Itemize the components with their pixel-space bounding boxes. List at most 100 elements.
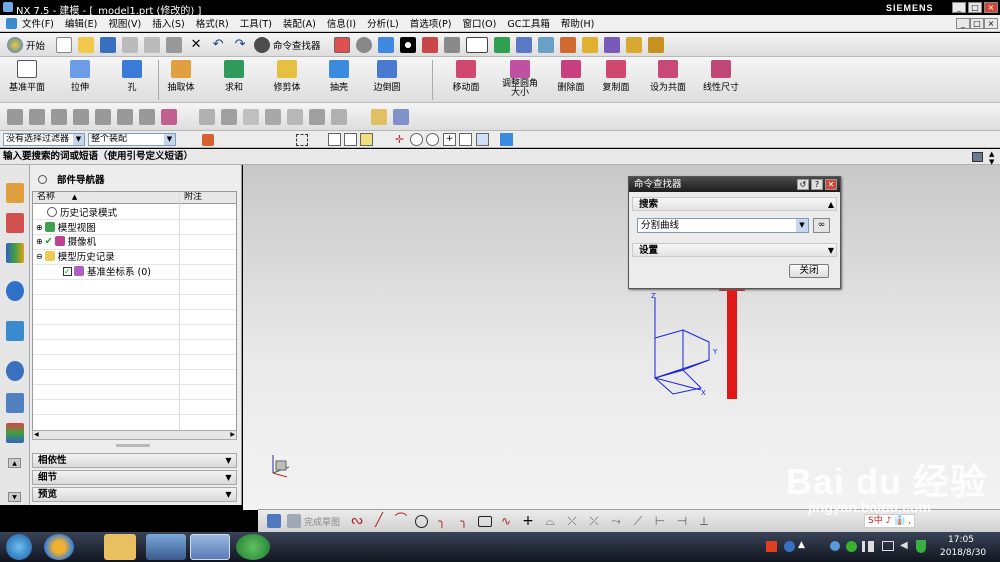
start-label[interactable]: 开始 (26, 38, 45, 52)
sync-modeling-icon-3[interactable] (51, 108, 67, 125)
undo-icon[interactable]: ↶ (210, 37, 226, 53)
windows-start-icon[interactable] (6, 534, 32, 560)
unite-button[interactable]: 求和 (211, 57, 257, 93)
reuse-library-icon[interactable] (6, 281, 24, 301)
snap-control-icon[interactable] (360, 133, 373, 146)
arc-icon[interactable]: ⌒ (393, 513, 409, 529)
layer-icon[interactable] (515, 36, 532, 53)
new-file-icon[interactable] (56, 36, 73, 53)
edge-blend-button[interactable]: 边倒圆 (364, 57, 410, 93)
pin-icon[interactable] (38, 174, 47, 184)
red-cube-icon[interactable] (421, 36, 438, 53)
command-finder-label[interactable]: 命令查找器 (273, 38, 321, 52)
dependencies-panel[interactable]: 相依性 ▼ (32, 453, 237, 468)
select-icon[interactable] (603, 36, 620, 53)
taskbar-app-360[interactable] (44, 534, 74, 560)
tray-network-icon[interactable] (830, 541, 840, 551)
coplanar-button[interactable]: 设为共面 (645, 57, 691, 93)
maximize-button[interactable]: □ (968, 2, 982, 13)
make-corner-icon[interactable]: ⤳ (608, 513, 624, 529)
open-folder-icon[interactable] (78, 36, 95, 53)
tray-ime-badge[interactable]: S中 ♪ 👔 , (864, 514, 916, 528)
rail-scroll-up-icon[interactable]: ▲ (8, 458, 21, 468)
doc-close-button[interactable]: × (984, 18, 998, 29)
splitter-handle[interactable] (116, 444, 150, 447)
sketch-icon[interactable] (267, 514, 281, 528)
binoculars-search-button[interactable]: ∞ (813, 218, 830, 233)
hole-button[interactable]: 孔 (109, 57, 155, 93)
analysis-icon[interactable] (537, 36, 554, 53)
sync-modeling-icon-8[interactable] (161, 108, 177, 125)
shaded-cube-icon[interactable] (377, 36, 394, 53)
select-mode-icon[interactable] (296, 134, 308, 146)
part-navigator-icon[interactable] (6, 243, 24, 263)
snap-bounded-icon[interactable] (500, 133, 513, 146)
help-icon[interactable]: ? (811, 179, 823, 190)
taskbar-explorer[interactable] (104, 534, 136, 560)
checkbox-checked-icon[interactable]: ✓ (63, 266, 72, 276)
scroll-left-icon[interactable]: ◀ (34, 431, 39, 438)
preview-panel[interactable]: 预览 ▼ (32, 487, 237, 502)
menu-preferences[interactable]: 首选项(P) (410, 16, 452, 30)
snap-toggle-icon[interactable] (202, 134, 214, 146)
profile-icon[interactable]: ᔓ (349, 513, 365, 529)
point-icon[interactable] (559, 36, 576, 53)
snap-midpoint-icon[interactable] (344, 133, 357, 146)
tree-row-datum-csys[interactable]: ✓ 基准坐标系 (0) (63, 264, 151, 278)
paste-icon[interactable] (166, 36, 183, 53)
scroll-right-icon[interactable]: ▶ (230, 431, 235, 438)
edge-display-icon[interactable] (399, 36, 416, 53)
line-icon[interactable]: ╱ (371, 513, 387, 529)
taskbar-paint[interactable] (146, 534, 186, 560)
finish-sketch-icon[interactable] (287, 514, 301, 528)
sync-modeling-icon-6[interactable] (117, 108, 133, 125)
grey-cube-icon[interactable] (443, 36, 460, 53)
point-icon[interactable]: + (520, 513, 536, 529)
tree-row-cameras[interactable]: ⊕ ✔ 摄像机 (36, 234, 96, 249)
resize-blend-button[interactable]: 调整圆角大小 (496, 57, 544, 98)
tree-row-history-mode[interactable]: 历史记录模式 (47, 205, 117, 219)
menu-help[interactable]: 帮助(H) (561, 16, 595, 30)
snap-icon[interactable] (581, 36, 598, 53)
quick-extend-icon[interactable]: ⤫ (586, 513, 602, 529)
details-panel[interactable]: 细节 ▼ (32, 470, 237, 485)
col-header-name[interactable]: 名称 ▲ (33, 192, 179, 204)
save-icon[interactable] (100, 36, 117, 53)
clock-date[interactable]: 2018/8/30 (940, 548, 986, 558)
snap-intersection-icon[interactable]: ✛ (393, 133, 406, 146)
tree-hscroll[interactable]: ◀ ▶ (32, 430, 237, 440)
system-materials-icon[interactable] (6, 393, 24, 413)
command-finder-icon[interactable] (254, 36, 271, 53)
circle-icon[interactable] (415, 514, 429, 528)
polygon-icon[interactable]: ∿ (498, 513, 514, 529)
close-dialog-button[interactable]: 关闭 (789, 264, 829, 278)
start-icon[interactable] (7, 36, 23, 53)
minimize-button[interactable]: _ (952, 2, 966, 13)
snap-existing-point-icon[interactable]: + (443, 133, 456, 146)
dimension-icon[interactable]: ⊢ (652, 513, 668, 529)
doc-minimize-button[interactable]: _ (956, 18, 970, 29)
finish-sketch-label[interactable]: 完成草图 (304, 515, 340, 528)
clock-time[interactable]: 17:05 (948, 535, 974, 545)
taskbar-nx[interactable] (190, 534, 230, 560)
menu-assemblies[interactable]: 装配(A) (283, 16, 316, 30)
tray-shield-icon[interactable] (916, 540, 926, 553)
search-input[interactable]: 分割曲线 ▼ (637, 218, 809, 233)
orient-view-icon[interactable] (355, 36, 372, 53)
type-filter-select[interactable]: 没有选择过滤器 ▼ (3, 133, 85, 146)
tree-row-model-history[interactable]: ⊖ 模型历史记录 (36, 249, 115, 263)
tray-speaker-icon[interactable]: ◀ (900, 540, 908, 551)
menu-insert[interactable]: 插入(S) (152, 16, 184, 30)
constraints-icon[interactable]: ⟋ (630, 513, 646, 529)
menu-tools[interactable]: 工具(T) (240, 16, 272, 30)
sync-modeling-icon-2[interactable] (29, 108, 45, 125)
taskbar-360-browser[interactable] (236, 534, 270, 560)
tree-row-model-views[interactable]: ⊕ 模型视图 (36, 220, 96, 234)
copy-face-button[interactable]: 复制面 (593, 57, 639, 93)
auto-constrain-icon[interactable]: ⊣ (674, 513, 690, 529)
snap-on-curve-icon[interactable] (459, 133, 472, 146)
delete-face-button[interactable]: 删除面 (548, 57, 594, 93)
rail-scroll-down-icon[interactable]: ▼ (8, 492, 21, 502)
menu-information[interactable]: 信息(I) (327, 16, 356, 30)
datum-plane-button[interactable]: 基准平面 (4, 57, 50, 93)
